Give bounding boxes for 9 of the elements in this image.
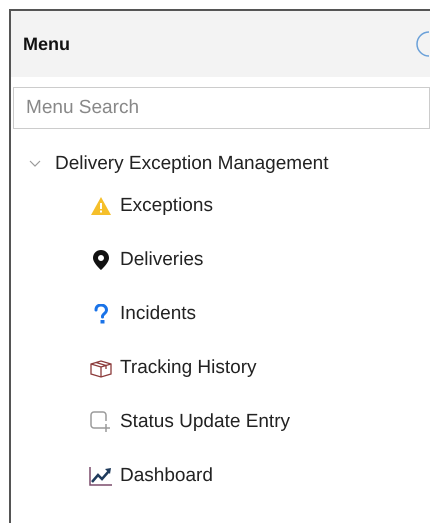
- panel-title: Menu: [23, 34, 70, 54]
- menu-item[interactable]: Tracking History: [120, 357, 257, 379]
- menu-item[interactable]: Dashboard: [120, 465, 213, 487]
- menu-item[interactable]: Status Update Entry: [120, 411, 290, 433]
- menu-group[interactable]: Delivery Exception Management: [55, 153, 329, 175]
- menu-item[interactable]: Incidents: [120, 303, 196, 325]
- menu-item[interactable]: Deliveries: [120, 249, 204, 271]
- menu-item[interactable]: Exceptions: [120, 195, 213, 217]
- search-field[interactable]: Menu Search: [13, 87, 430, 129]
